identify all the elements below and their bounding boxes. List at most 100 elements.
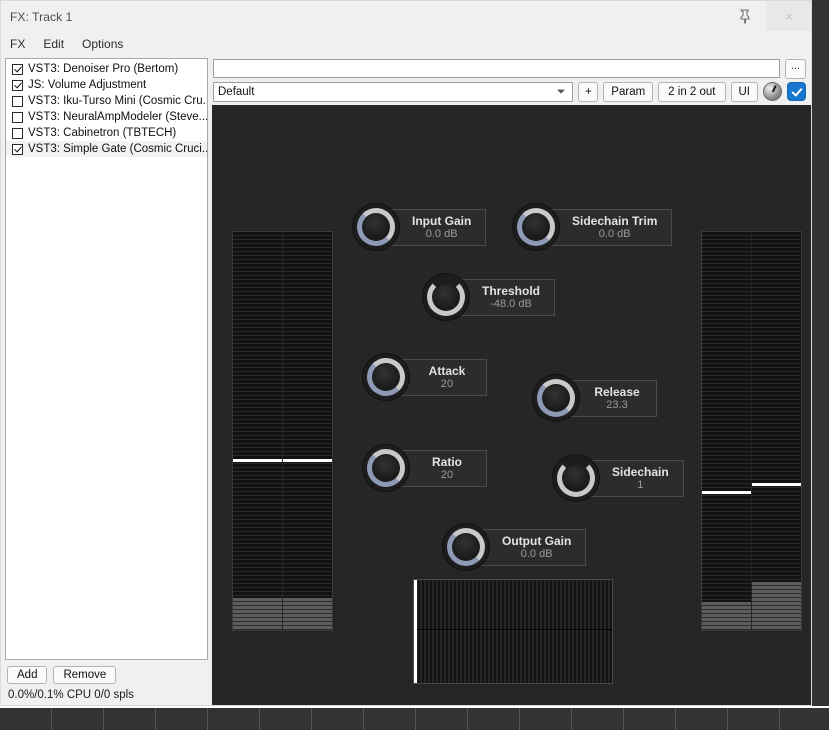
knob-dial[interactable] (513, 204, 559, 250)
io-config-button[interactable]: 2 in 2 out (658, 81, 726, 102)
knob-control-sidechain[interactable]: Sidechain 1 (553, 455, 684, 501)
knob-cap (563, 465, 589, 491)
fx-list-item-label: VST3: Denoiser Pro (Bertom) (28, 63, 179, 75)
knob-control-threshold[interactable]: Threshold -48.0 dB (423, 274, 556, 320)
plugin-enable-checkbox[interactable] (787, 82, 806, 101)
fx-enable-checkbox[interactable] (12, 111, 23, 123)
fx-list-item[interactable]: JS: Volume Adjustment (6, 77, 207, 93)
fx-chain-pane: VST3: Denoiser Pro (Bertom) JS: Volume Ad… (1, 55, 212, 705)
fx-list-item[interactable]: VST3: Simple Gate (Cosmic Cruci... (6, 141, 207, 157)
preset-name-input[interactable] (213, 59, 780, 78)
knob-label: Sidechain Trim (572, 213, 658, 228)
meter-channel (751, 232, 801, 630)
knob-dial[interactable] (423, 274, 469, 320)
fx-list-item[interactable]: VST3: Iku-Turso Mini (Cosmic Cru... (6, 93, 207, 109)
knob-icon[interactable] (763, 82, 782, 101)
meter-scale-ticks (283, 232, 332, 630)
knob-readout: Release 23.3 (569, 379, 657, 417)
meter-peak-line (233, 458, 282, 462)
knob-label: Threshold (482, 283, 541, 298)
knob-label: Input Gain (412, 213, 472, 228)
preset-name-row: ... (212, 55, 811, 79)
knob-control-output-gain[interactable]: Output Gain 0.0 dB (443, 524, 587, 570)
knob-control-ratio[interactable]: Ratio 20 (363, 445, 487, 491)
knob-control-sidechain-trim[interactable]: Sidechain Trim 0.0 dB (513, 204, 673, 250)
meter-level-fill (283, 598, 332, 630)
fx-list-item[interactable]: VST3: Cabinetron (TBTECH) (6, 125, 207, 141)
browse-preset-button[interactable]: ... (785, 58, 806, 79)
meter-peak-line (752, 482, 801, 486)
knob-value: 20 (440, 377, 454, 390)
meter-peak-line (283, 458, 332, 462)
knob-label: Attack (428, 363, 466, 378)
meter-level-fill (233, 598, 282, 630)
knob-label: Ratio (432, 454, 462, 469)
taskbar[interactable] (0, 706, 829, 730)
knob-value: 23.3 (606, 398, 628, 411)
remove-fx-button[interactable]: Remove (53, 666, 117, 684)
knob-cap (433, 284, 459, 310)
knob-cap (543, 385, 569, 411)
graph-midline (414, 629, 612, 631)
fx-enable-checkbox[interactable] (12, 63, 23, 75)
ui-toggle-button[interactable]: UI (730, 81, 758, 102)
window-title-bar: FX: Track 1 × (1, 1, 811, 33)
knob-value: 1 (637, 478, 644, 491)
fx-enable-checkbox[interactable] (12, 143, 23, 155)
knob-readout: Input Gain 0.0 dB (389, 208, 487, 246)
menu-item-edit[interactable]: Edit (43, 37, 64, 51)
plugin-gui-canvas[interactable]: Input Gain 0.0 dB Sidechain Trim 0.0 dB Thre… (212, 105, 811, 705)
close-button[interactable]: × (767, 1, 811, 31)
knob-readout: Output Gain 0.0 dB (479, 528, 587, 566)
fx-chain-window: FX: Track 1 × FX Edit Options VST3: Deno… (0, 0, 812, 706)
meter-channel (702, 232, 751, 630)
fx-list[interactable]: VST3: Denoiser Pro (Bertom) JS: Volume Ad… (5, 58, 208, 660)
output-meter (701, 231, 802, 631)
fx-list-buttons: Add Remove (5, 660, 208, 687)
graph-grid (414, 580, 612, 683)
knob-readout: Sidechain 1 (589, 459, 684, 497)
knob-readout: Ratio 20 (399, 449, 487, 487)
menu-item-options[interactable]: Options (82, 37, 123, 51)
knob-dial[interactable] (553, 455, 599, 501)
knob-readout: Threshold -48.0 dB (459, 278, 556, 316)
pin-button[interactable] (722, 1, 767, 31)
fx-list-item-label: JS: Volume Adjustment (28, 79, 147, 91)
meter-channel (282, 232, 332, 630)
close-icon: × (785, 8, 793, 24)
add-fx-button[interactable]: Add (7, 666, 48, 684)
fx-enable-checkbox[interactable] (12, 95, 23, 107)
knob-label: Release (594, 384, 640, 399)
knob-control-release[interactable]: Release 23.3 (533, 375, 657, 421)
knob-dial[interactable] (353, 204, 399, 250)
pin-icon (740, 9, 750, 23)
plugin-pane: ... Default + Param 2 in 2 out UI Input … (212, 55, 811, 705)
menu-item-fx[interactable]: FX (10, 37, 25, 51)
add-preset-button[interactable]: + (578, 81, 599, 102)
knob-cap (373, 455, 399, 481)
knob-label: Sidechain (612, 464, 669, 479)
meter-scale-ticks (752, 232, 801, 630)
knob-control-attack[interactable]: Attack 20 (363, 354, 487, 400)
cpu-status-text: 0.0%/0.1% CPU 0/0 spls (8, 689, 134, 701)
knob-cap (363, 214, 389, 240)
desktop-background: FX: Track 1 × FX Edit Options VST3: Deno… (0, 0, 829, 730)
preset-dropdown[interactable]: Default (213, 81, 574, 102)
knob-dial[interactable] (363, 445, 409, 491)
window-title: FX: Track 1 (10, 10, 73, 24)
fx-enable-checkbox[interactable] (12, 127, 23, 139)
fx-list-item[interactable]: VST3: Denoiser Pro (Bertom) (6, 61, 207, 77)
preset-toolbar: Default + Param 2 in 2 out UI (212, 79, 811, 105)
fx-enable-checkbox[interactable] (12, 79, 23, 91)
knob-dial[interactable] (363, 354, 409, 400)
knob-dial[interactable] (533, 375, 579, 421)
param-button[interactable]: Param (603, 81, 654, 102)
chevron-down-icon (557, 89, 566, 94)
knob-dial[interactable] (443, 524, 489, 570)
meter-peak-line (702, 490, 751, 494)
knob-value: 0.0 dB (425, 227, 458, 240)
knob-control-input-gain[interactable]: Input Gain 0.0 dB (353, 204, 487, 250)
knob-readout: Sidechain Trim 0.0 dB (549, 208, 673, 246)
knob-cap (523, 214, 549, 240)
fx-list-item[interactable]: VST3: NeuralAmpModeler (Steve... (6, 109, 207, 125)
